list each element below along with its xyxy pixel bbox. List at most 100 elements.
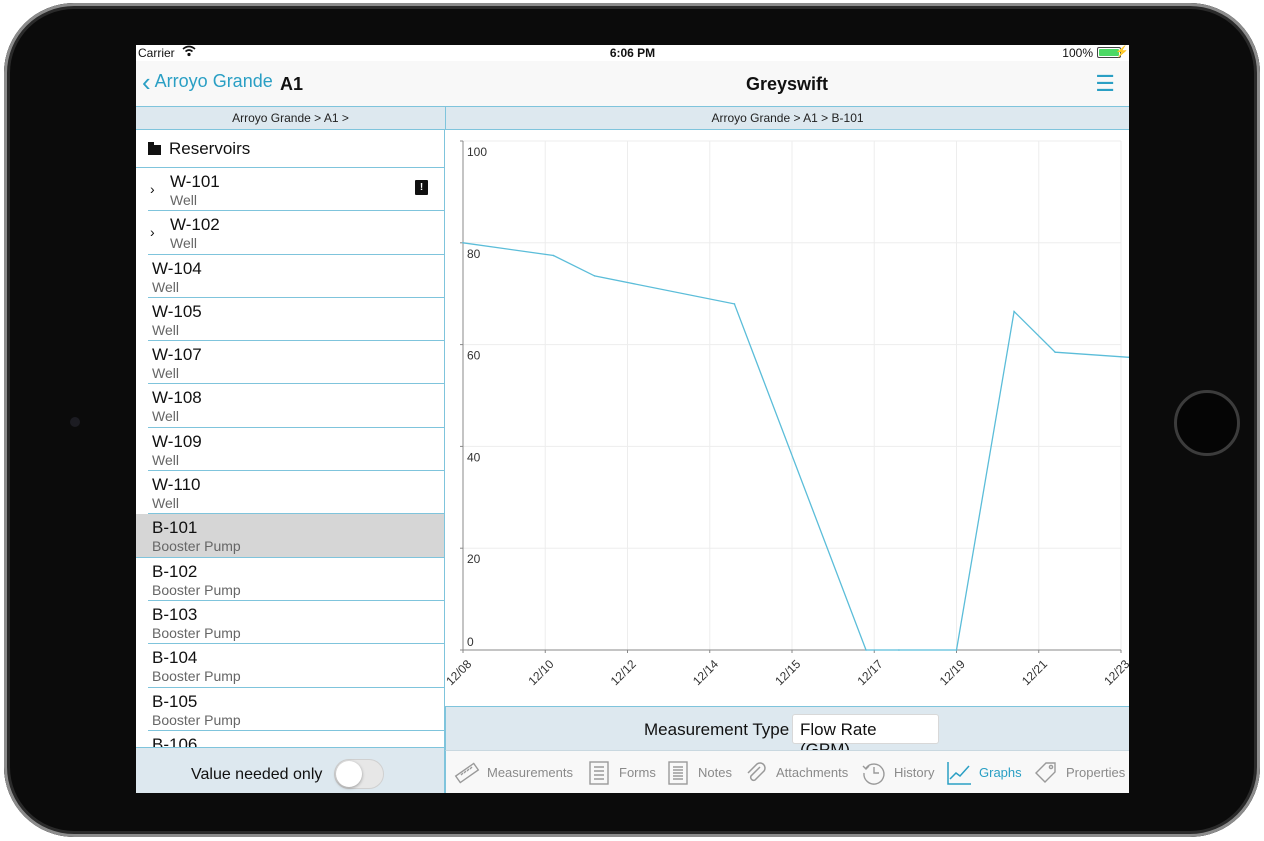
x-tick-label: 12/19 — [937, 657, 968, 688]
ruler-icon — [454, 761, 480, 784]
item-type: Booster Pump — [152, 624, 241, 641]
x-tick-label: 12/14 — [690, 657, 721, 688]
item-name: W-102 — [170, 215, 220, 235]
x-tick-label: 12/15 — [772, 657, 803, 688]
tab-label: Forms — [619, 765, 656, 780]
clock-icon — [862, 762, 885, 785]
list-item[interactable]: B-104 Booster Pump — [148, 644, 444, 688]
list-item[interactable]: B-105 Booster Pump — [148, 688, 444, 731]
back-button-label: Arroyo Grande — [154, 71, 273, 91]
list-item[interactable]: W-104 Well — [148, 255, 444, 298]
item-name: B-102 — [152, 561, 198, 581]
item-name: W-105 — [152, 301, 202, 321]
measurement-type-select[interactable]: Flow Rate (GPM) — [792, 714, 939, 759]
item-name: B-103 — [152, 604, 198, 624]
y-tick-label: 20 — [467, 552, 481, 566]
y-tick-label: 100 — [467, 145, 487, 159]
tab-label: Notes — [698, 765, 732, 780]
item-name: B-104 — [152, 648, 198, 668]
list-item[interactable]: W-107 Well — [148, 341, 444, 385]
y-tick-label: 0 — [467, 635, 474, 649]
x-tick-label: 12/17 — [854, 657, 885, 688]
detail-tab-bar: Measurements Forms Notes Attachments His… — [445, 750, 1129, 793]
item-type: Well — [152, 408, 179, 425]
value-needed-toggle[interactable] — [334, 759, 384, 789]
tab-properties[interactable]: Properties — [1033, 751, 1125, 793]
notes-icon — [668, 760, 688, 785]
chevron-right-icon[interactable]: › — [150, 181, 155, 197]
breadcrumb-left: Arroyo Grande > A1 > — [136, 106, 445, 130]
item-type: Well — [152, 278, 179, 295]
home-button[interactable] — [1174, 390, 1240, 456]
y-tick-label: 40 — [467, 450, 481, 464]
group-header[interactable]: Reservoirs — [136, 130, 444, 168]
item-name: W-108 — [152, 388, 202, 408]
list-item[interactable]: B-102 Booster Pump — [148, 558, 444, 601]
item-type: Booster Pump — [152, 668, 241, 685]
item-type: Well — [152, 321, 179, 338]
list-item[interactable]: B-103 Booster Pump — [148, 601, 444, 645]
x-tick-label: 12/23 — [1101, 657, 1129, 688]
tab-measurements[interactable]: Measurements — [454, 751, 573, 793]
data-point — [462, 242, 464, 244]
app-screen: Carrier 6:06 PM 100% ⚡ ‹ Arroyo Grande A… — [136, 45, 1129, 793]
clipboard-alert-icon[interactable]: ! — [415, 180, 428, 195]
list-item[interactable]: › W-102 Well — [148, 211, 444, 255]
tab-attachments[interactable]: Attachments — [743, 751, 848, 793]
back-button[interactable]: ‹ Arroyo Grande — [142, 66, 273, 97]
tab-label: Measurements — [487, 765, 573, 780]
item-type: Well — [170, 192, 197, 208]
item-name: B-105 — [152, 691, 198, 711]
list-item[interactable]: › W-101 Well ! — [148, 168, 444, 212]
data-point — [955, 649, 958, 651]
list-item[interactable]: W-105 Well — [148, 298, 444, 342]
data-point — [733, 303, 736, 305]
tab-label: Graphs — [979, 765, 1022, 780]
clock: 6:06 PM — [609, 46, 656, 60]
group-header-label: Reservoirs — [169, 138, 251, 158]
list-item[interactable]: W-109 Well — [148, 428, 444, 472]
list-item[interactable]: W-108 Well — [148, 384, 444, 428]
item-name: W-110 — [152, 475, 201, 495]
form-icon — [589, 760, 609, 785]
measurement-type-label: Measurement Type — [644, 720, 790, 739]
item-type: Booster Pump — [152, 711, 241, 728]
item-type: Booster Pump — [152, 538, 241, 555]
data-point — [1054, 351, 1056, 354]
tab-history[interactable]: History — [861, 751, 934, 793]
folder-icon — [148, 141, 161, 155]
page-title: Greyswift — [745, 74, 829, 94]
charging-icon: ⚡ — [1115, 46, 1129, 58]
front-camera — [70, 417, 80, 427]
tab-label: Attachments — [776, 765, 849, 780]
item-name: B-101 — [152, 518, 198, 538]
list-item-selected[interactable]: B-101 Booster Pump — [136, 514, 444, 558]
tab-notes[interactable]: Notes — [665, 751, 732, 793]
y-tick-label: 80 — [467, 247, 481, 261]
item-type: Well — [152, 495, 179, 512]
item-name: W-104 — [152, 258, 202, 278]
chevron-left-icon: ‹ — [142, 66, 151, 97]
line-chart: 0 20 40 60 80 100 12/08 12/10 12/12 12/14 12/15 12/… — [446, 140, 1129, 688]
tab-graphs[interactable]: Graphs — [946, 751, 1022, 793]
battery-percent: 100% — [1062, 46, 1093, 60]
tag-icon — [1035, 761, 1056, 783]
tab-label: History — [894, 765, 935, 780]
item-name: B-106 — [152, 734, 198, 747]
item-name: W-101 — [170, 172, 220, 191]
paperclip-icon — [747, 761, 766, 781]
pane-title: A1 — [280, 74, 304, 94]
list-item[interactable]: W-110 Well — [148, 471, 444, 515]
data-point — [593, 275, 596, 277]
status-bar: Carrier 6:06 PM 100% ⚡ — [136, 45, 1129, 61]
item-name: W-109 — [152, 431, 202, 451]
chevron-right-icon[interactable]: › — [150, 224, 155, 240]
tab-forms[interactable]: Forms — [586, 751, 656, 793]
x-tick-label: 12/21 — [1019, 657, 1050, 688]
x-tick-label: 12/10 — [525, 657, 556, 688]
measurement-type-bar: Measurement Type Flow Rate (GPM) — [445, 706, 1129, 759]
list-item[interactable]: B-106 — [148, 731, 444, 747]
x-tick-label: 12/12 — [608, 657, 639, 688]
item-name: W-107 — [152, 345, 202, 365]
hamburger-icon[interactable]: ☰ — [1095, 71, 1115, 97]
